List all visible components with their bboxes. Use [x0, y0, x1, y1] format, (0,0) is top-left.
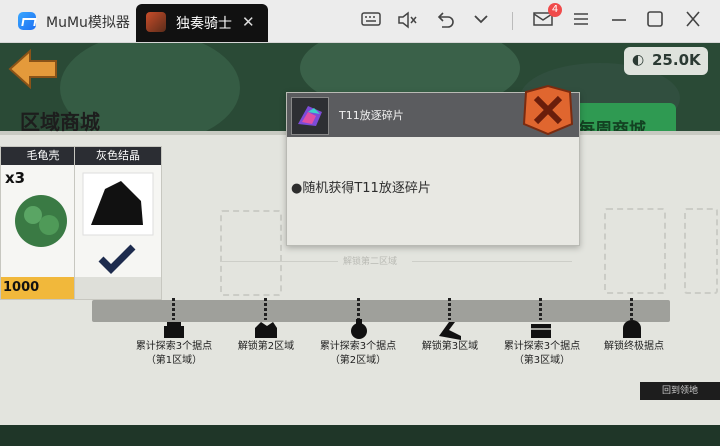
purchased-check-icon: [98, 244, 136, 274]
reward-chest-icon[interactable]: [253, 318, 279, 340]
return-territory-button[interactable]: 回到领地: [640, 382, 720, 400]
mail-badge: 4: [548, 3, 562, 17]
currency-display: ◐ 25.0K: [624, 47, 708, 75]
turtle-shell-icon: [15, 195, 67, 247]
mumu-logo-icon: [18, 12, 36, 30]
item-name: 灰色结晶: [75, 147, 161, 165]
chain-icon: [172, 298, 175, 320]
item-count: x3: [5, 169, 26, 187]
milestone-label: 解锁终极据点: [604, 341, 664, 352]
close-icon[interactable]: [682, 11, 704, 31]
undo-icon[interactable]: [434, 11, 456, 31]
game-tab-icon: [146, 12, 166, 32]
item-price: 1000: [1, 277, 85, 299]
tab-label: 独奏骑士: [176, 16, 232, 32]
region-shop-title: 区域商城: [20, 110, 100, 134]
chain-icon: [448, 298, 451, 320]
locked-slot: [220, 210, 282, 296]
locked-slot: [604, 208, 666, 294]
item-price: [75, 277, 161, 299]
chain-icon: [264, 298, 267, 320]
reward-chest-icon[interactable]: [619, 318, 645, 340]
shop-item-card[interactable]: 灰色结晶: [74, 146, 162, 300]
app-title: MuMu模拟器: [46, 15, 130, 31]
back-arrow-icon[interactable]: [8, 49, 60, 89]
keyboard-icon[interactable]: [360, 11, 382, 31]
milestone-label: 累计探索3个据点（第3区域）: [503, 341, 581, 366]
reward-chest-icon[interactable]: [528, 318, 554, 340]
popup-title: T11放逐碎片: [339, 109, 404, 122]
minimize-icon[interactable]: [608, 11, 630, 31]
panel-bottom-edge: [0, 425, 720, 446]
popup-description: ●随机获得T11放逐碎片: [291, 181, 431, 196]
maximize-icon[interactable]: [644, 11, 666, 31]
milestone-label: 累计探索3个据点（第1区域）: [135, 341, 213, 366]
chevron-down-icon[interactable]: [470, 11, 492, 31]
currency-value: 25.0K: [652, 51, 701, 69]
emulator-title-bar: MuMu模拟器 独奏骑士 ✕ 4: [0, 0, 720, 43]
milestone-label: 解锁第2区域: [237, 341, 295, 352]
reward-chest-icon[interactable]: [161, 318, 187, 340]
milestone-label: 累计探索3个据点（第2区域）: [319, 341, 397, 366]
menu-icon[interactable]: [570, 11, 592, 31]
divider-line: [412, 261, 572, 262]
milestone-label: 解锁第3区域: [421, 341, 479, 352]
chain-icon: [630, 298, 633, 320]
tab-game[interactable]: 独奏骑士 ✕: [136, 4, 268, 42]
chain-icon: [357, 298, 360, 320]
gray-crystal-icon: [82, 172, 154, 236]
chain-icon: [539, 298, 542, 320]
close-popup-icon[interactable]: [520, 84, 576, 136]
tab-close-icon[interactable]: ✕: [242, 13, 255, 31]
shard-icon: [291, 97, 329, 135]
divider-line: [220, 261, 338, 262]
item-name: 毛龟壳: [1, 147, 85, 165]
locked-slot: [684, 208, 718, 294]
reward-potion-icon[interactable]: [346, 318, 372, 340]
gem-icon: ◐: [632, 52, 645, 68]
unlock-divider-label: 解锁第二区域: [343, 257, 398, 267]
reward-weapon-icon[interactable]: [437, 318, 463, 340]
mute-icon[interactable]: [396, 11, 418, 31]
toolbar-separator: [512, 12, 513, 30]
